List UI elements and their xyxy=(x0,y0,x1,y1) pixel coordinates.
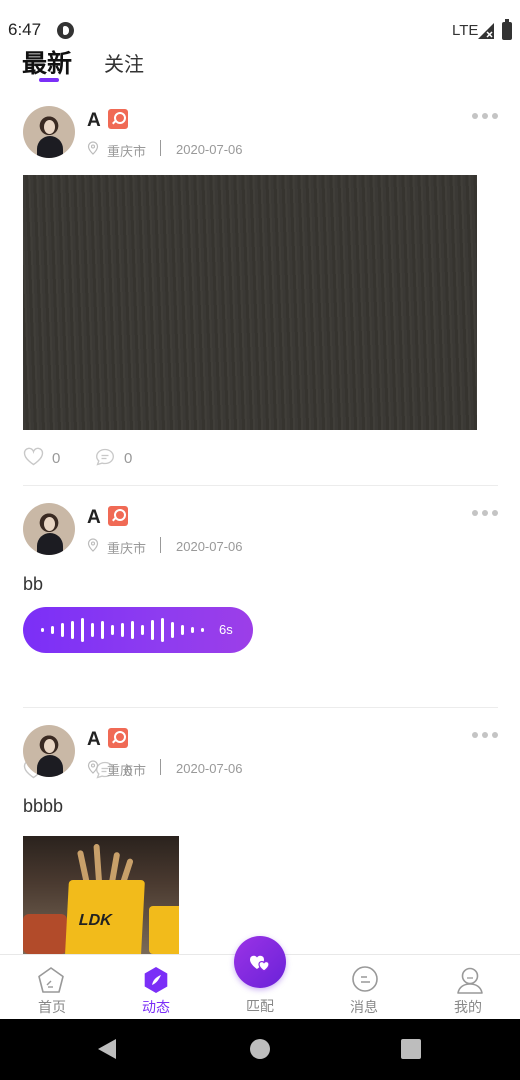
comment-icon[interactable] xyxy=(95,448,115,466)
meta-divider xyxy=(160,140,161,156)
avatar[interactable] xyxy=(23,503,75,555)
feed-list[interactable]: A 重庆市 2020-07-06 0 0 A 重庆市 2020-07-06 bb xyxy=(0,90,520,954)
tab-latest[interactable]: 最新 xyxy=(22,44,72,80)
voice-duration: 6s xyxy=(219,622,233,637)
nav-messages[interactable]: 消息 xyxy=(312,955,416,1020)
post-image[interactable] xyxy=(23,175,477,430)
post-location: 重庆市 xyxy=(107,542,147,557)
more-options-icon[interactable] xyxy=(472,112,498,120)
nav-feed-label: 动态 xyxy=(142,1000,170,1016)
voice-message-player[interactable]: 6s xyxy=(23,607,253,653)
status-time: 6:47 xyxy=(8,20,42,39)
status-bar: 6:47 LTE xyxy=(0,0,520,40)
post-date: 2020-07-06 xyxy=(176,761,243,776)
nav-messages-label: 消息 xyxy=(350,1000,378,1016)
system-navigation-bar xyxy=(0,1019,520,1080)
avatar[interactable] xyxy=(23,725,75,777)
match-hearts-icon xyxy=(250,955,270,972)
feed-post: A 重庆市 2020-07-06 0 0 xyxy=(0,90,520,486)
post-author-name[interactable]: A xyxy=(87,729,101,751)
signal-icon xyxy=(478,23,494,39)
vip-badge-icon xyxy=(108,506,128,526)
avatar[interactable] xyxy=(23,106,75,158)
post-date: 2020-07-06 xyxy=(176,539,243,554)
nav-mine[interactable]: 我的 xyxy=(416,955,520,1020)
nav-mine-label: 我的 xyxy=(454,1000,482,1016)
feed-post: A 重庆市 2020-07-06 bbbb xyxy=(0,708,520,954)
post-location: 重庆市 xyxy=(107,764,147,779)
more-options-icon[interactable] xyxy=(472,731,498,739)
tab-follow[interactable]: 关注 xyxy=(104,48,144,77)
post-author-name[interactable]: A xyxy=(87,110,101,132)
home-circle-icon[interactable] xyxy=(250,1039,270,1059)
post-location: 重庆市 xyxy=(107,145,147,160)
feed-tabs: 最新 关注 xyxy=(0,40,520,90)
comment-count: 0 xyxy=(124,450,133,467)
location-pin-icon xyxy=(87,538,99,552)
nav-feed[interactable]: 动态 xyxy=(104,955,208,1020)
like-heart-icon[interactable] xyxy=(23,447,44,466)
location-pin-icon xyxy=(87,760,99,774)
recent-apps-icon[interactable] xyxy=(401,1039,421,1059)
battery-icon xyxy=(502,19,512,40)
app-notification-icon xyxy=(57,22,74,39)
home-icon xyxy=(38,967,64,993)
network-type: LTE xyxy=(452,22,479,39)
post-date: 2020-07-06 xyxy=(176,142,243,157)
feed-icon xyxy=(144,967,168,993)
post-image[interactable] xyxy=(23,836,179,954)
feed-post: A 重庆市 2020-07-06 bb 6s 0 xyxy=(0,486,520,780)
active-tab-indicator xyxy=(39,78,59,82)
more-options-icon[interactable] xyxy=(472,509,498,517)
nav-match-label[interactable]: 匹配 xyxy=(208,996,312,1016)
meta-divider xyxy=(160,537,161,553)
profile-icon xyxy=(457,967,483,994)
post-author-name[interactable]: A xyxy=(87,507,101,529)
match-button[interactable] xyxy=(234,936,286,988)
location-pin-icon xyxy=(87,141,99,155)
vip-badge-icon xyxy=(108,109,128,129)
vip-badge-icon xyxy=(108,728,128,748)
nav-home-label: 首页 xyxy=(38,1000,66,1016)
post-text: bb xyxy=(23,574,44,594)
post-text: bbbb xyxy=(23,796,64,816)
messages-icon xyxy=(352,966,378,992)
like-count: 0 xyxy=(52,450,61,467)
meta-divider xyxy=(160,759,161,775)
nav-home[interactable]: 首页 xyxy=(0,955,104,1020)
voice-waveform xyxy=(41,618,211,642)
back-icon[interactable] xyxy=(98,1039,116,1059)
